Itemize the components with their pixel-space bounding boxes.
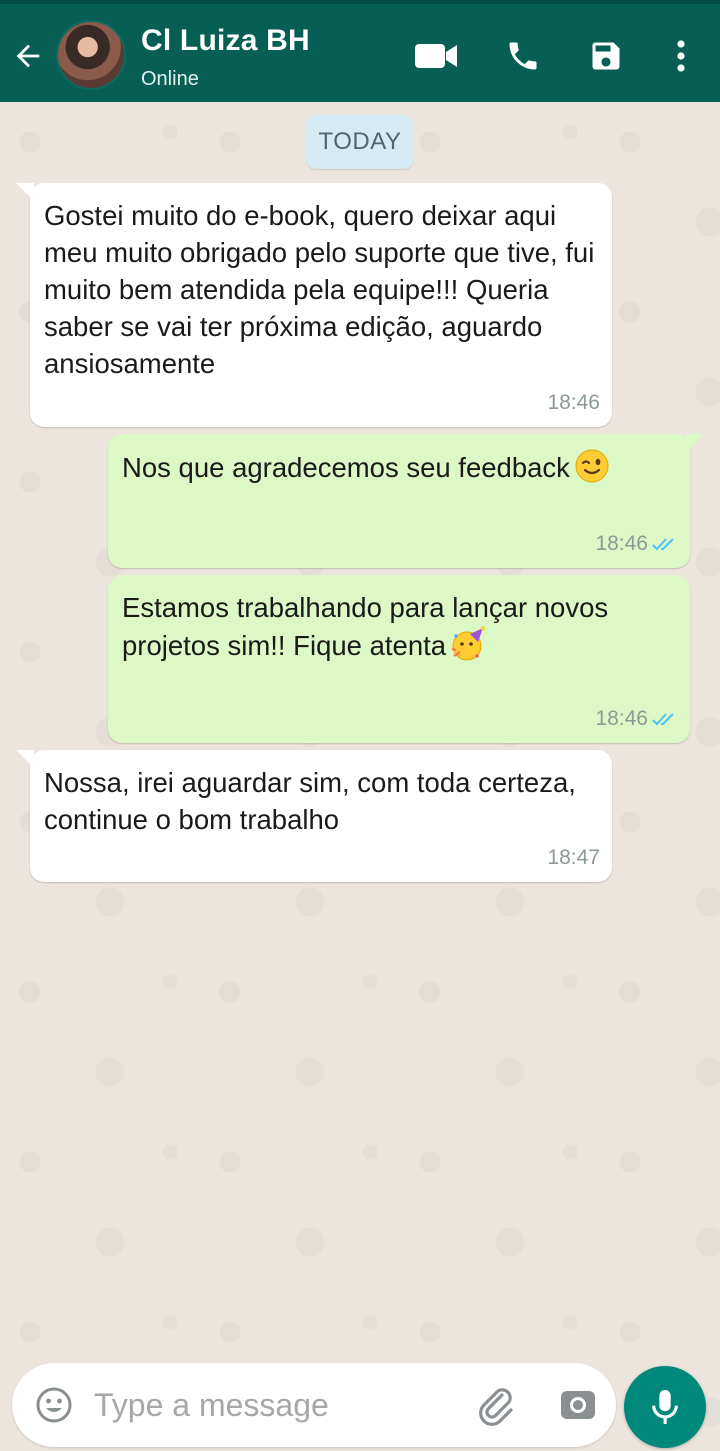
message-text: Nos que agradecemos seu feedback [122, 448, 676, 486]
bubble-tail [16, 750, 34, 768]
date-label: TODAY [306, 115, 414, 169]
contact-status: Online [141, 68, 199, 90]
message-composer [12, 1363, 616, 1447]
message-time: 18:47 [547, 846, 600, 870]
contact-name[interactable]: Cl Luiza BH [141, 24, 310, 58]
winking-face-emoji [575, 449, 609, 483]
read-ticks-icon [652, 713, 674, 726]
message-time: 18:46 [595, 532, 678, 556]
more-options-button[interactable] [664, 34, 698, 78]
paperclip-icon[interactable] [474, 1383, 518, 1427]
phone-icon [509, 42, 537, 70]
message-text-content: Estamos trabalhando para lançar novos pr… [122, 592, 609, 661]
message-bubble-outgoing[interactable]: Nos que agradecemos seu feedback 18:46 [108, 434, 704, 568]
party-face-emoji [451, 626, 486, 661]
chat-header: Cl Luiza BH Online [0, 0, 720, 102]
message-text: Gostei muito do e-book, quero deixar aqu… [44, 200, 595, 379]
message-timestamp: 18:47 [547, 846, 600, 869]
avatar[interactable] [56, 20, 126, 90]
bubble-tail [686, 434, 704, 452]
video-call-button[interactable] [410, 34, 462, 78]
camera-icon[interactable] [558, 1385, 598, 1425]
video-icon [415, 44, 457, 68]
save-button[interactable] [583, 34, 629, 78]
voice-message-button[interactable] [624, 1366, 706, 1448]
message-input[interactable] [94, 1377, 464, 1433]
message-bubble-outgoing[interactable]: Estamos trabalhando para lançar novos pr… [108, 575, 690, 743]
message-text-content: Nos que agradecemos seu feedback [122, 452, 570, 483]
message-timestamp: 18:46 [595, 707, 648, 730]
read-ticks-icon [652, 538, 674, 551]
emoji-icon[interactable] [34, 1385, 74, 1425]
back-button[interactable] [10, 36, 46, 76]
message-bubble-incoming[interactable]: Gostei muito do e-book, quero deixar aqu… [16, 183, 612, 427]
message-timestamp: 18:46 [547, 391, 600, 414]
message-bubble-incoming[interactable]: Nossa, irei aguardar sim, com toda certe… [16, 750, 612, 882]
message-time: 18:46 [595, 707, 678, 731]
message-list[interactable]: TODAY Gostei muito do e-book, quero deix… [0, 102, 720, 1451]
voice-call-button[interactable] [500, 34, 546, 78]
message-time: 18:46 [547, 391, 600, 415]
message-text: Nossa, irei aguardar sim, com toda certe… [44, 767, 576, 835]
bubble-tail [16, 183, 34, 201]
back-arrow-icon [16, 44, 40, 68]
more-vert-icon [677, 40, 685, 72]
save-icon [592, 42, 620, 70]
message-timestamp: 18:46 [595, 532, 648, 555]
microphone-icon [652, 1390, 678, 1424]
message-text: Estamos trabalhando para lançar novos pr… [122, 589, 676, 664]
